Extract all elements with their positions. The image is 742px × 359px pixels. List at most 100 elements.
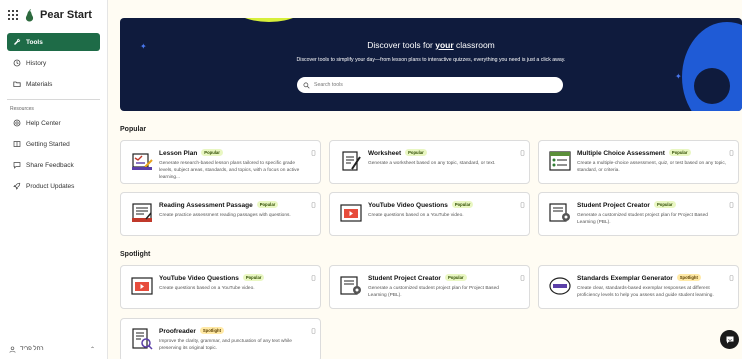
rocket-icon — [13, 182, 21, 190]
card-title: Student Project Creator Popular — [368, 274, 467, 282]
card-description: Create questions based on a YouTube vide… — [368, 213, 464, 218]
card-title: Reading Assessment Passage Popular — [159, 201, 279, 209]
pin-icon[interactable] — [520, 143, 525, 156]
pin-icon[interactable] — [729, 268, 734, 281]
apps-grid-icon[interactable] — [8, 10, 18, 20]
pin-icon[interactable] — [311, 268, 316, 281]
card-title: Worksheet Popular — [368, 149, 427, 157]
multiple-choice-icon — [549, 151, 571, 171]
hero-banner: ✦ ✦ Discover tools for your classroom Di… — [120, 18, 742, 111]
sidebar-item-share-feedback[interactable]: Share Feedback — [7, 156, 100, 174]
card-description: Create practice assessment reading passa… — [159, 213, 291, 218]
sidebar-item-getting-started[interactable]: Getting Started — [7, 135, 100, 153]
lesson-plan-icon — [132, 153, 153, 170]
sidebar-item-product-updates[interactable]: Product Updates — [7, 177, 100, 195]
pin-icon[interactable] — [520, 195, 525, 208]
pin-icon[interactable] — [729, 143, 734, 156]
sidebar-item-label: Help Center — [26, 119, 61, 127]
pear-logo-icon — [25, 8, 34, 21]
history-icon — [13, 59, 21, 67]
student-project-icon — [340, 276, 361, 295]
card-title: YouTube Video Questions Popular — [368, 201, 474, 209]
sidebar-item-label: Share Feedback — [26, 161, 74, 169]
card-title: Student Project Creator Popular — [577, 201, 676, 209]
proofreader-icon — [132, 328, 153, 350]
reading-passage-icon — [132, 203, 152, 222]
card-description: Generate a customized student project pl… — [368, 286, 499, 298]
popular-badge: Popular — [201, 149, 223, 156]
sparkle-icon: ✦ — [675, 72, 682, 81]
user-menu[interactable]: רחל פריד ⌃ — [0, 339, 107, 359]
pin-icon[interactable] — [311, 195, 316, 208]
chat-icon — [726, 336, 733, 343]
popular-badge: Popular — [451, 201, 474, 208]
tool-card-reading-assessment-passage[interactable]: Reading Assessment Passage Popular Create… — [120, 192, 321, 236]
tool-card-standards-exemplar-generator[interactable]: Standards Exemplar Generator Spotlight Cr… — [538, 265, 739, 309]
card-description: Create clear, standards-based exemplar r… — [577, 286, 714, 298]
card-title: Multiple Choice Assessment Popular — [577, 149, 691, 157]
sidebar-item-label: Product Updates — [26, 182, 75, 190]
pin-icon[interactable] — [729, 195, 734, 208]
chat-support-button[interactable] — [720, 330, 739, 349]
user-icon — [9, 346, 16, 353]
hero-title-emphasis: your — [435, 40, 454, 50]
youtube-video-icon — [131, 277, 153, 295]
pin-icon[interactable] — [311, 143, 316, 156]
brand: Pear Start — [0, 0, 107, 30]
card-description: Generate a worksheet based on any topic,… — [368, 161, 496, 166]
tool-card-youtube-video-questions[interactable]: YouTube Video Questions Popular Create qu… — [120, 265, 321, 309]
card-description: Create questions based on a YouTube vide… — [159, 286, 255, 291]
main-content: ✦ ✦ Discover tools for your classroom Di… — [120, 0, 742, 359]
youtube-video-icon — [340, 204, 362, 222]
card-description: Improve the clarity, grammar, and punctu… — [159, 339, 292, 351]
popular-badge: Popular — [668, 149, 691, 156]
popular-badge: Popular — [256, 201, 279, 208]
popular-badge: Popular — [653, 201, 676, 208]
section-title-popular: Popular — [120, 126, 147, 133]
sidebar-item-materials[interactable]: Materials — [7, 75, 100, 93]
popular-badge: Popular — [405, 149, 427, 156]
user-name: רחל פריד — [20, 346, 44, 352]
exemplar-icon — [549, 277, 571, 295]
tool-card-youtube-video-questions[interactable]: YouTube Video Questions Popular Create qu… — [329, 192, 530, 236]
resources-label: Resources — [10, 106, 34, 112]
folder-icon — [13, 80, 21, 88]
spotlight-badge: Spotlight — [676, 274, 701, 281]
card-title: Proofreader Spotlight — [159, 327, 224, 335]
popular-badge: Popular — [444, 274, 467, 281]
sidebar-divider — [7, 99, 100, 100]
sidebar-item-label: Tools — [26, 38, 43, 46]
sidebar-item-label: Materials — [26, 80, 53, 88]
tool-card-multiple-choice-assessment[interactable]: Multiple Choice Assessment Popular Create… — [538, 140, 739, 184]
search-bar[interactable] — [297, 77, 563, 93]
student-project-icon — [549, 203, 570, 222]
search-icon — [303, 82, 310, 89]
popular-badge: Popular — [242, 274, 265, 281]
tool-card-student-project-creator[interactable]: Student Project Creator Popular Generate … — [329, 265, 530, 309]
tool-card-student-project-creator[interactable]: Student Project Creator Popular Generate … — [538, 192, 739, 236]
card-description: Create a multiple-choice assessment, qui… — [577, 161, 727, 173]
chevron-up-icon: ⌃ — [89, 346, 95, 353]
card-title: Lesson Plan Popular — [159, 149, 223, 157]
hero-title: Discover tools for your classroom — [367, 40, 495, 50]
card-description: Generate a customized student project pl… — [577, 213, 708, 225]
help-icon — [13, 119, 21, 127]
spotlight-badge: Spotlight — [199, 327, 224, 334]
feedback-icon — [13, 161, 21, 169]
sidebar-item-help-center[interactable]: Help Center — [7, 114, 100, 132]
sidebar-item-label: History — [26, 59, 47, 67]
card-description: Generate research-based lesson plans tai… — [159, 161, 300, 180]
hero-subtitle: Discover tools to simplify your day—from… — [296, 57, 566, 63]
section-title-spotlight: Spotlight — [120, 251, 151, 258]
tool-card-lesson-plan[interactable]: Lesson Plan Popular Generate research-bas… — [120, 140, 321, 184]
search-input[interactable] — [314, 82, 554, 88]
sidebar-item-history[interactable]: History — [7, 54, 100, 72]
sidebar-item-tools[interactable]: Tools — [7, 33, 100, 51]
tool-card-worksheet[interactable]: Worksheet Popular Generate a worksheet ba… — [329, 140, 530, 184]
pin-icon[interactable] — [520, 268, 525, 281]
decorative-blob — [229, 18, 309, 22]
tool-card-proofreader[interactable]: Proofreader Spotlight Improve the clarity… — [120, 318, 321, 359]
card-title: YouTube Video Questions Popular — [159, 274, 265, 282]
pin-icon[interactable] — [311, 321, 316, 334]
card-title: Standards Exemplar Generator Spotlight — [577, 274, 701, 282]
